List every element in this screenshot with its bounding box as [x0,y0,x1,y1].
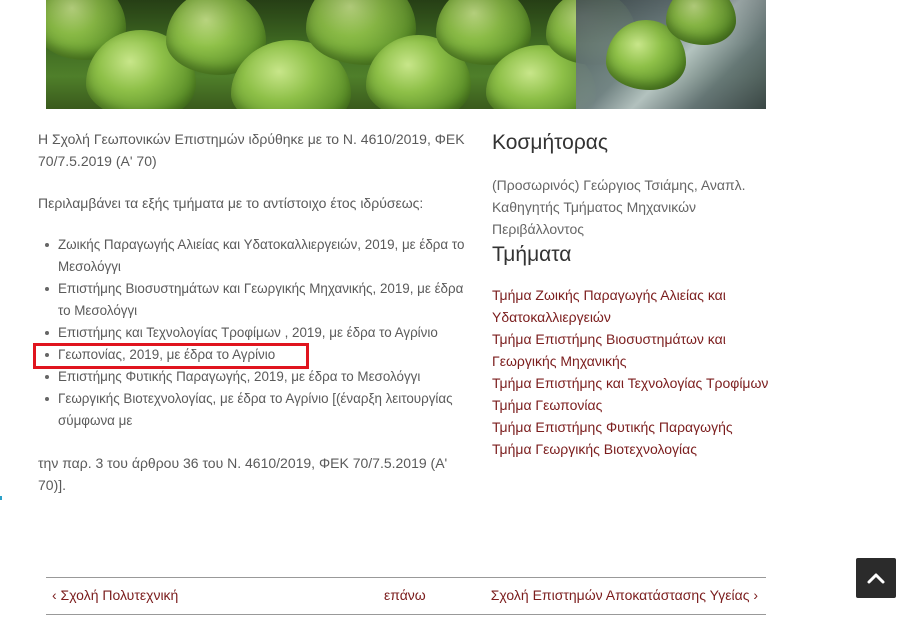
post-navigation: ‹ Σχολή Πολυτεχνική επάνω Σχολή Επιστημώ… [46,577,766,615]
back-to-top-link[interactable]: επάνω [384,587,426,603]
department-list: Ζωικής Παραγωγής Αλιείας και Υδατοκαλλιε… [38,234,478,432]
scroll-to-top-button[interactable] [856,558,896,598]
highlight-box [33,343,309,369]
department-link[interactable]: Τμήμα Επιστήμης Φυτικής Παραγωγής [492,416,772,438]
department-link[interactable]: Τμήμα Επιστήμης και Τεχνολογίας Τροφίμων [492,372,772,394]
lead-text: Περιλαμβάνει τα εξής τμήματα με το αντίσ… [38,195,424,211]
department-link[interactable]: Τμήμα Ζωικής Παραγωγής Αλιείας και Υδατο… [492,284,772,328]
hero-image [46,0,766,109]
chevron-up-icon [867,573,885,584]
intro-text: Η Σχολή Γεωπονικών Επιστημών ιδρύθηκε με… [38,131,465,169]
previous-link[interactable]: ‹ Σχολή Πολυτεχνική [52,587,178,603]
dean-text: (Προσωρινός) Γεώργιος Τσιάμης, Αναπλ. Κα… [492,177,746,237]
closing-text: την παρ. 3 του άρθρου 36 του Ν. 4610/201… [38,455,448,493]
department-link[interactable]: Τμήμα Γεωργικής Βιοτεχνολογίας [492,438,772,460]
departments-heading: Τμήματα [492,243,572,266]
list-item: Γεωργικής Βιοτεχνολογίας, με έδρα το Αγρ… [38,388,478,432]
list-item: Επιστήμης Φυτικής Παραγωγής, 2019, με έδ… [38,366,478,388]
department-link[interactable]: Τμήμα Επιστήμης Βιοσυστημάτων και Γεωργι… [492,328,772,372]
edge-marker [0,496,2,500]
list-item: Επιστήμης Βιοσυστημάτων και Γεωργικής Μη… [38,278,478,322]
sidebar: Κοσμήτορας (Προσωρινός) Γεώργιος Τσιάμης… [492,128,772,460]
dean-heading: Κοσμήτορας [492,131,609,154]
department-links: Τμήμα Ζωικής Παραγωγής Αλιείας και Υδατο… [492,284,772,460]
main-content: Η Σχολή Γεωπονικών Επιστημών ιδρύθηκε με… [38,128,478,496]
list-item: Ζωικής Παραγωγής Αλιείας και Υδατοκαλλιε… [38,234,478,278]
list-item: Επιστήμης και Τεχνολογίας Τροφίμων , 201… [38,322,478,344]
department-link[interactable]: Τμήμα Γεωπονίας [492,394,772,416]
next-link[interactable]: Σχολή Επιστημών Αποκατάστασης Υγείας › [491,587,758,603]
